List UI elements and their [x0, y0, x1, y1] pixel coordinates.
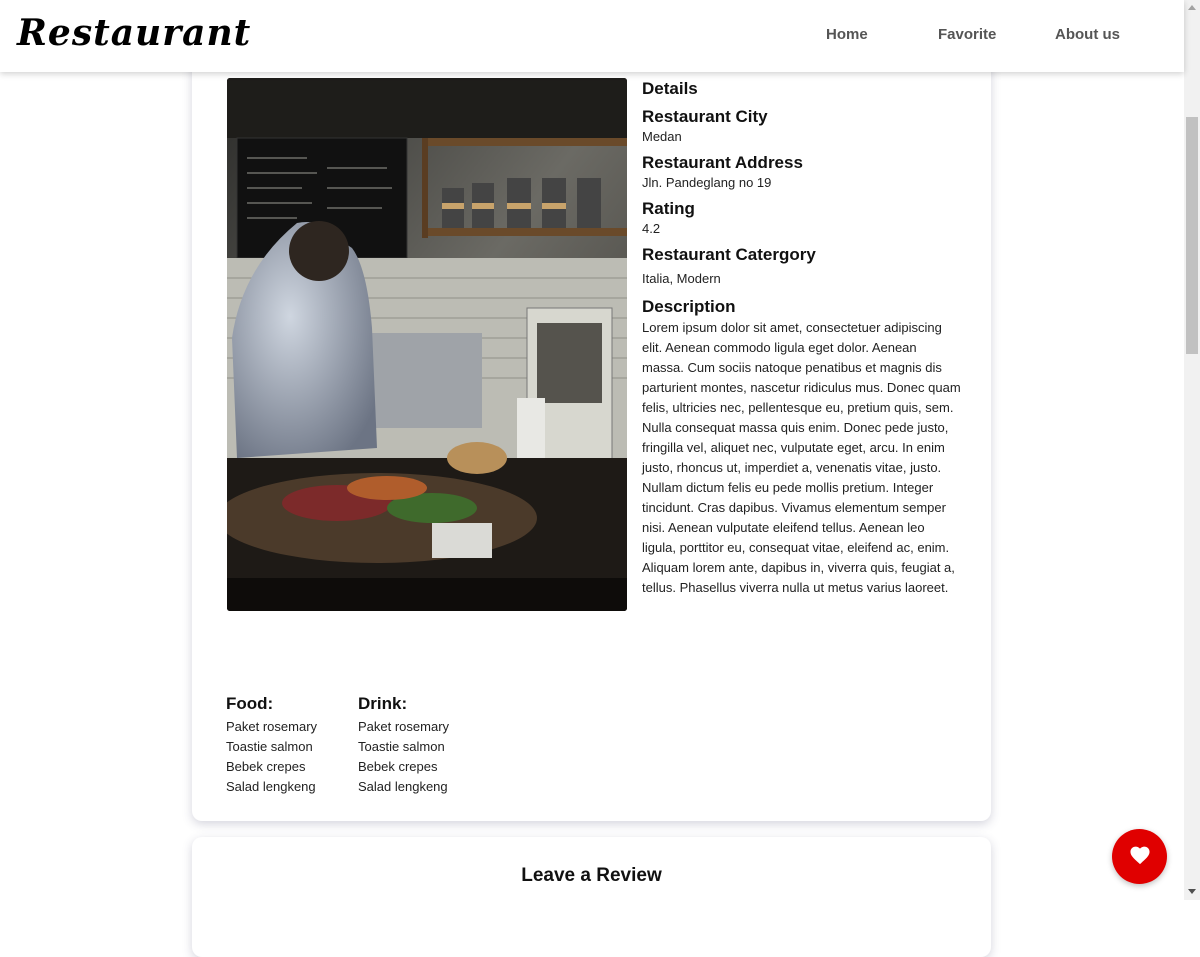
description-label: Description	[642, 297, 736, 316]
page-scrollbar[interactable]	[1184, 0, 1200, 900]
food-label: Food:	[226, 694, 274, 713]
scroll-up-icon[interactable]	[1188, 5, 1196, 10]
navbar: Restaurant Home Favorite About us	[0, 0, 1184, 72]
drink-list: Paket rosemary Toastie salmon Bebek crep…	[358, 717, 449, 797]
city-value: Medan	[642, 129, 682, 144]
drink-label: Drink:	[358, 694, 408, 713]
review-title: Leave a Review	[521, 865, 662, 886]
address-value: Jln. Pandeglang no 19	[642, 175, 772, 190]
list-item: Toastie salmon	[226, 739, 313, 754]
list-item: Paket rosemary	[358, 719, 450, 734]
description-text: Lorem ipsum dolor sit amet, consectetuer…	[642, 320, 961, 595]
scroll-thumb[interactable]	[1186, 117, 1198, 354]
rating-label: Rating	[642, 199, 695, 218]
favorite-button[interactable]	[1112, 829, 1167, 884]
restaurant-image	[227, 78, 627, 611]
category-value: Italia, Modern	[642, 271, 721, 286]
nav-link-about[interactable]: About us	[1055, 26, 1120, 43]
list-item: Bebek crepes	[358, 759, 438, 774]
drink-menu: Drink: Paket rosemary Toastie salmon Beb…	[358, 693, 449, 797]
nav-link-home[interactable]: Home	[826, 26, 868, 43]
list-item: Bebek crepes	[226, 759, 306, 774]
details-heading: Details	[642, 79, 698, 98]
food-list: Paket rosemary Toastie salmon Bebek crep…	[226, 717, 317, 797]
restaurant-detail-card: Details Restaurant City Medan Restaurant…	[192, 40, 991, 821]
rating-value: 4.2	[642, 221, 661, 236]
list-item: Paket rosemary	[226, 719, 318, 734]
list-item: Salad lengkeng	[226, 779, 316, 794]
details-panel: Details Restaurant City Medan Restaurant…	[642, 78, 962, 598]
brand-logo[interactable]: Restaurant	[17, 12, 251, 54]
list-item: Toastie salmon	[358, 739, 445, 754]
heart-icon	[1129, 845, 1151, 868]
food-menu: Food: Paket rosemary Toastie salmon Bebe…	[226, 693, 317, 797]
list-item: Salad lengkeng	[358, 779, 448, 794]
category-label: Restaurant Catergory	[642, 245, 816, 264]
city-label: Restaurant City	[642, 107, 768, 126]
nav-link-favorite[interactable]: Favorite	[938, 26, 996, 43]
address-label: Restaurant Address	[642, 153, 803, 172]
scroll-down-icon[interactable]	[1188, 889, 1196, 894]
review-card: Leave a Review	[192, 837, 991, 957]
